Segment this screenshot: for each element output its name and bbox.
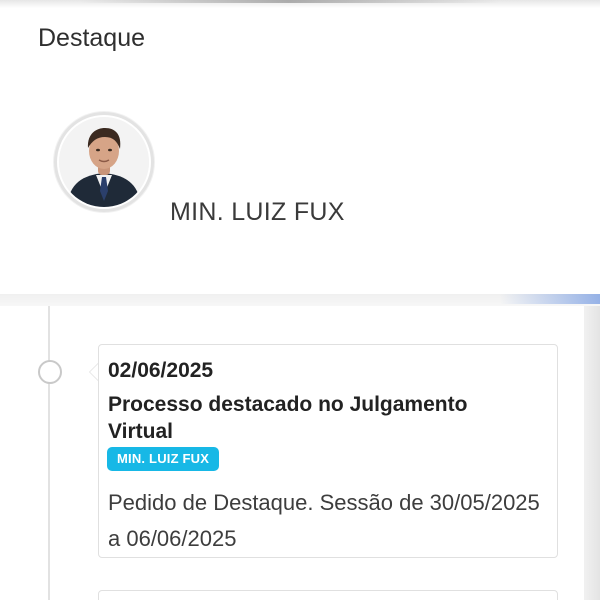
app-screen: Destaque MIN. LUIZ FUX 02/06/2025 Proces… xyxy=(0,0,600,600)
next-event-card[interactable] xyxy=(98,590,558,600)
timeline-dot-icon xyxy=(38,360,62,384)
minister-badge[interactable]: MIN. LUIZ FUX xyxy=(107,447,220,471)
divider-accent xyxy=(500,294,600,304)
person-portrait-icon xyxy=(59,117,149,207)
event-title: Processo destacado no Julgamento Virtual xyxy=(108,393,468,443)
section-title: Destaque xyxy=(38,24,146,52)
scroll-edge xyxy=(584,306,600,600)
top-shadow xyxy=(0,0,600,8)
timeline-line xyxy=(48,306,50,600)
top-shadow-line xyxy=(80,0,500,3)
timeline: 02/06/2025 Processo destacado no Julgame… xyxy=(0,306,600,600)
event-description: Pedido de Destaque. Sessão de 30/05/2025… xyxy=(108,490,540,551)
event-date: 02/06/2025 xyxy=(108,359,214,382)
minister-avatar[interactable] xyxy=(54,112,154,212)
timeline-event-card[interactable]: 02/06/2025 Processo destacado no Julgame… xyxy=(98,344,558,558)
destaque-card: Destaque MIN. LUIZ FUX xyxy=(0,8,600,294)
minister-name: MIN. LUIZ FUX xyxy=(170,198,345,226)
timeline-gutter xyxy=(0,306,48,600)
